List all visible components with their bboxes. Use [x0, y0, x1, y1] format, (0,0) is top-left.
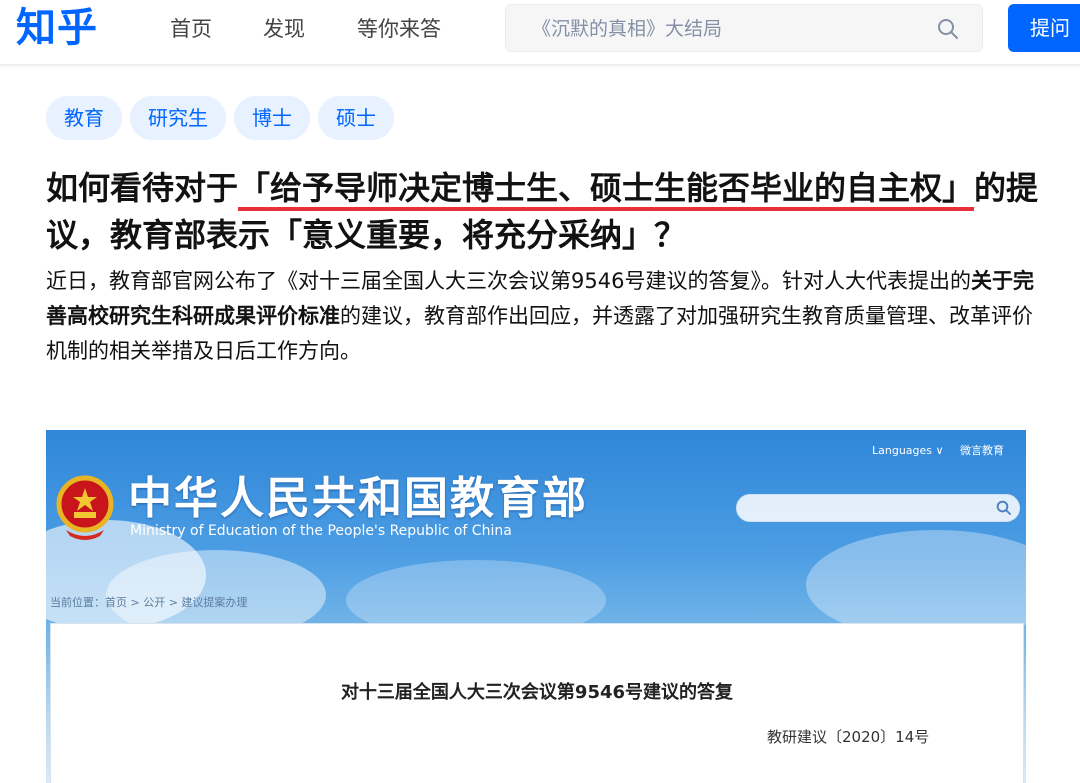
document-title: 对十三届全国人大三次会议第9546号建议的答复 — [340, 682, 734, 703]
search-input[interactable]: 《沉默的真相》大结局 — [505, 4, 983, 52]
search-placeholder: 《沉默的真相》大结局 — [532, 18, 723, 40]
nav-home[interactable]: 首页 — [170, 14, 212, 44]
languages-link: Languages ∨ — [872, 444, 944, 457]
title-highlight: 「给予导师决定博士生、硕士生能否毕业的自主权」 — [238, 169, 975, 211]
topic-tag-graduate[interactable]: 研究生 — [130, 96, 226, 140]
zhihu-logo[interactable]: 知乎 — [16, 4, 98, 52]
ask-question-button[interactable]: 提问 — [1008, 4, 1080, 52]
ministry-site-title: 中华人民共和国教育部 — [128, 473, 588, 524]
national-emblem-icon — [56, 475, 114, 540]
search-icon — [996, 500, 1011, 515]
ministry-breadcrumb: 当前位置：首页 > 公开 > 建议提案办理 — [50, 596, 248, 609]
nav-discover[interactable]: 发现 — [263, 14, 305, 44]
ministry-search-box — [736, 494, 1020, 522]
topic-tag-master[interactable]: 硕士 — [318, 96, 394, 140]
embedded-image[interactable]: 中华人民共和国教育部 Ministry of Education of the … — [46, 430, 1026, 783]
nav-waiting-answers[interactable]: 等你来答 — [357, 14, 441, 44]
topic-tag-phd[interactable]: 博士 — [234, 96, 310, 140]
wechat-link: 微言教育 — [960, 444, 1004, 457]
title-prefix: 如何看待对于 — [46, 169, 239, 207]
search-icon[interactable] — [936, 17, 960, 41]
question-detail: 近日，教育部官网公布了《对十三届全国人大三次会议第9546号建议的答复》。针对人… — [46, 264, 1036, 369]
document-number: 教研建议〔2020〕14号 — [767, 728, 930, 746]
topic-tag-education[interactable]: 教育 — [46, 96, 122, 140]
ministry-document-panel: 对十三届全国人大三次会议第9546号建议的答复 教研建议〔2020〕14号 — [50, 623, 1024, 783]
detail-text-1: 近日，教育部官网公布了《对十三届全国人大三次会议第9546号建议的答复》。针对人… — [46, 269, 971, 293]
top-bar: 知乎 首页 发现 等你来答 《沉默的真相》大结局 提问 — [0, 0, 1080, 65]
question-title: 如何看待对于「给予导师决定博士生、硕士生能否毕业的自主权」的提议，教育部表示「意… — [46, 165, 1046, 259]
ministry-site-subtitle: Ministry of Education of the People's Re… — [130, 523, 512, 539]
